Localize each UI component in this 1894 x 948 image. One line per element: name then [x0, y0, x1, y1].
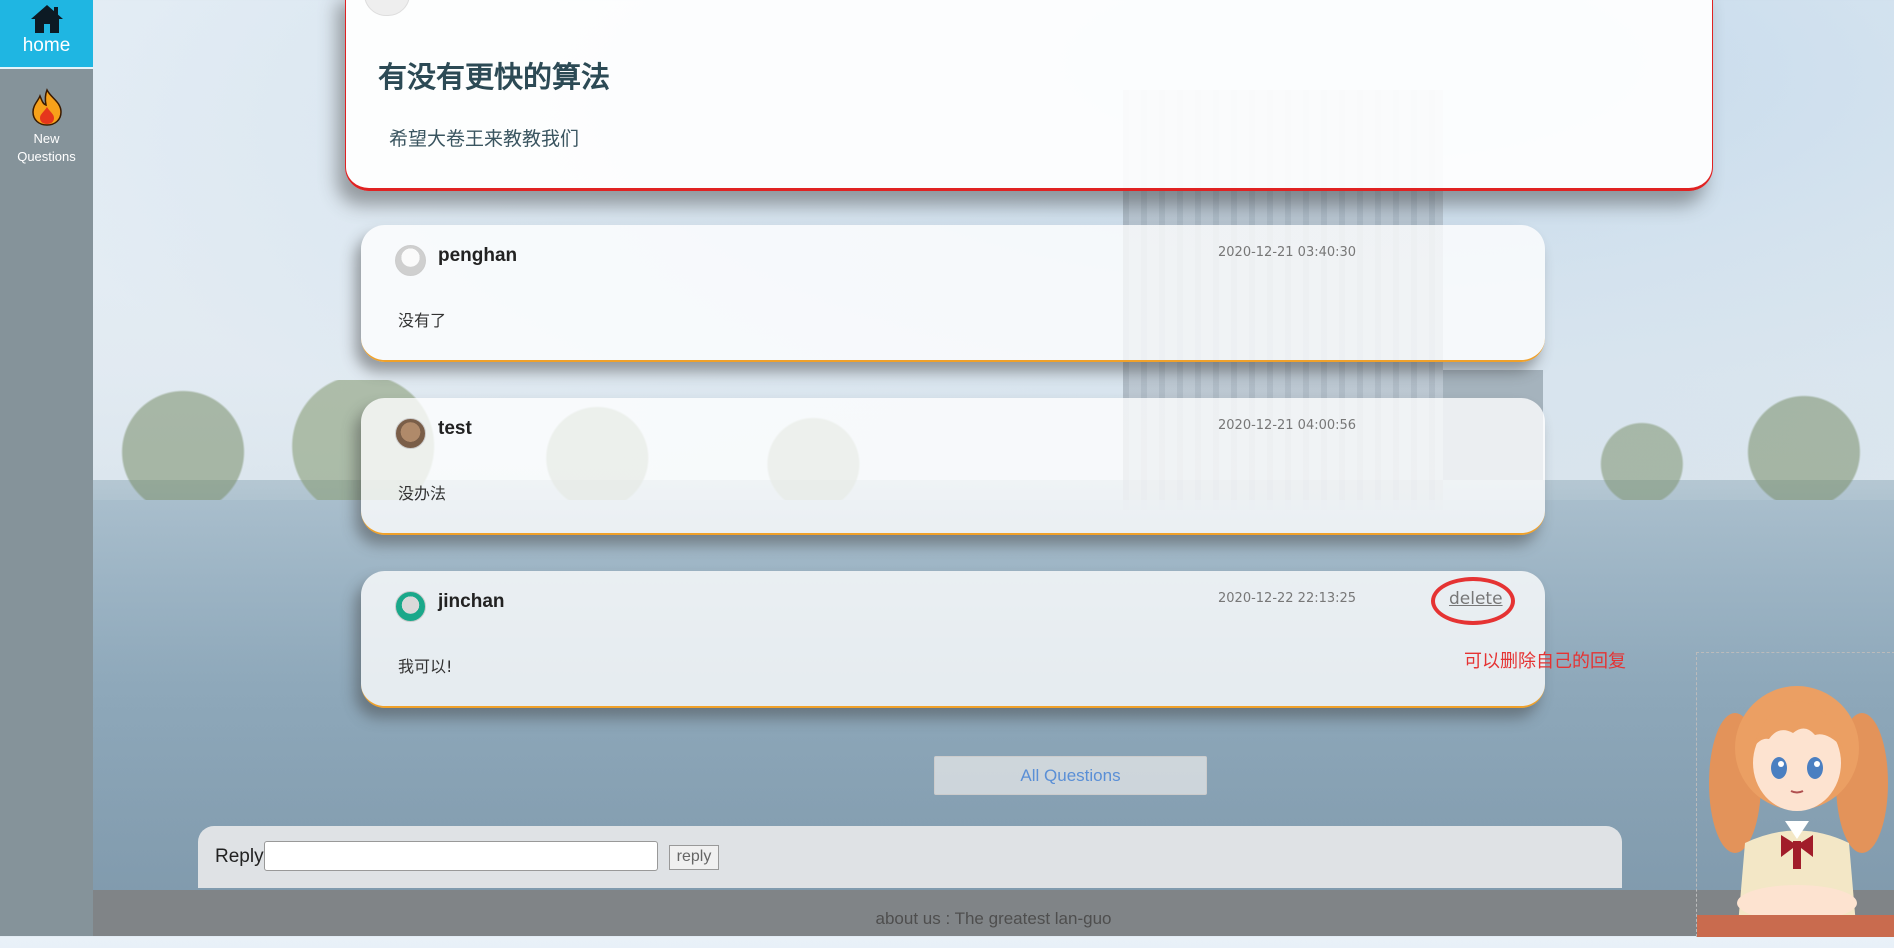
- answer-card: penghan 2020-12-21 03:40:30 没有了: [361, 225, 1545, 362]
- sidebar: home New Questions: [0, 0, 93, 936]
- question-card: 有没有更快的算法 希望大卷王来教教我们: [345, 0, 1713, 191]
- answer-text: 没有了: [398, 311, 447, 330]
- answer-timestamp: 2020-12-21 03:40:30: [1218, 245, 1357, 260]
- answer-card: jinchan 2020-12-22 22:13:25 delete 我可以!: [361, 571, 1545, 708]
- reply-button[interactable]: reply: [669, 845, 719, 870]
- delete-link[interactable]: delete: [1449, 589, 1503, 609]
- question-body: 希望大卷王来教教我们: [389, 128, 580, 150]
- sidebar-item-label: New: [33, 131, 60, 146]
- all-questions-button[interactable]: All Questions: [934, 756, 1207, 795]
- answer-text: 我可以!: [398, 657, 453, 676]
- sidebar-item-label: home: [22, 35, 71, 56]
- question-title: 有没有更快的算法: [378, 60, 611, 94]
- avatar: [395, 245, 426, 276]
- reply-input[interactable]: [264, 841, 658, 871]
- annotation-note: 可以删除自己的回复: [1464, 651, 1626, 672]
- home-icon: [30, 5, 63, 33]
- fire-icon: [31, 88, 62, 126]
- footer-text: about us : The greatest lan-guo: [875, 909, 1112, 928]
- anime-girl-illustration: [1697, 686, 1894, 937]
- sidebar-item-label: Questions: [17, 149, 76, 164]
- avatar: [364, 0, 410, 16]
- answer-username: jinchan: [438, 591, 505, 612]
- sidebar-item-home[interactable]: home: [0, 0, 93, 69]
- reply-form: Reply reply: [198, 826, 1622, 888]
- answer-timestamp: 2020-12-21 04:00:56: [1218, 418, 1357, 433]
- sidebar-item-new-questions[interactable]: New Questions: [0, 88, 93, 166]
- reply-label: Reply: [215, 846, 264, 867]
- mascot-character[interactable]: [1696, 652, 1894, 937]
- avatar: [395, 591, 426, 622]
- answer-username: penghan: [438, 245, 518, 266]
- answer-username: test: [438, 418, 472, 439]
- avatar: [395, 418, 426, 449]
- answer-text: 没办法: [398, 484, 447, 503]
- answer-card: test 2020-12-21 04:00:56 没办法: [361, 398, 1545, 535]
- footer: about us : The greatest lan-guo: [93, 890, 1894, 936]
- answer-timestamp: 2020-12-22 22:13:25: [1218, 591, 1357, 606]
